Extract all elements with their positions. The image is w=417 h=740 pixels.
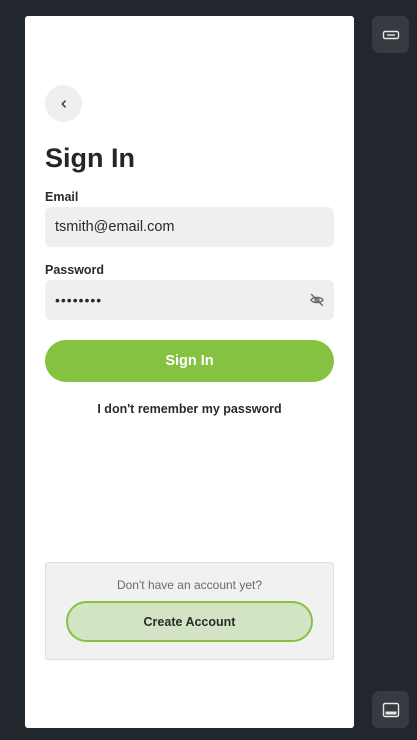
- email-label: Email: [45, 190, 79, 204]
- chevron-left-icon: [59, 99, 69, 109]
- keyboard-toggle-button[interactable]: [372, 16, 409, 53]
- email-field[interactable]: [55, 207, 295, 247]
- password-label: Password: [45, 263, 105, 277]
- create-account-panel: Don't have an account yet? Create Accoun…: [45, 562, 334, 660]
- password-field-container: [45, 280, 334, 320]
- password-field[interactable]: [55, 280, 295, 320]
- page-title: Sign In: [45, 143, 135, 173]
- screen: Sign In Email Password Sign In I don't r…: [0, 0, 417, 740]
- email-field-container: [45, 207, 334, 247]
- back-button[interactable]: [45, 85, 82, 122]
- create-account-button[interactable]: Create Account: [66, 601, 313, 642]
- panel-bottom-icon: [382, 701, 400, 719]
- signup-prompt: Don't have an account yet?: [116, 578, 263, 592]
- bottom-panel-toggle-button[interactable]: [372, 691, 409, 728]
- sign-in-button[interactable]: Sign In: [45, 340, 334, 382]
- eye-off-icon: [308, 291, 326, 309]
- keyboard-icon: [382, 26, 400, 44]
- toggle-password-visibility-button[interactable]: [308, 291, 326, 309]
- forgot-password-link[interactable]: I don't remember my password: [45, 402, 334, 416]
- sign-in-screen: Sign In Email Password Sign In I don't r…: [25, 16, 354, 728]
